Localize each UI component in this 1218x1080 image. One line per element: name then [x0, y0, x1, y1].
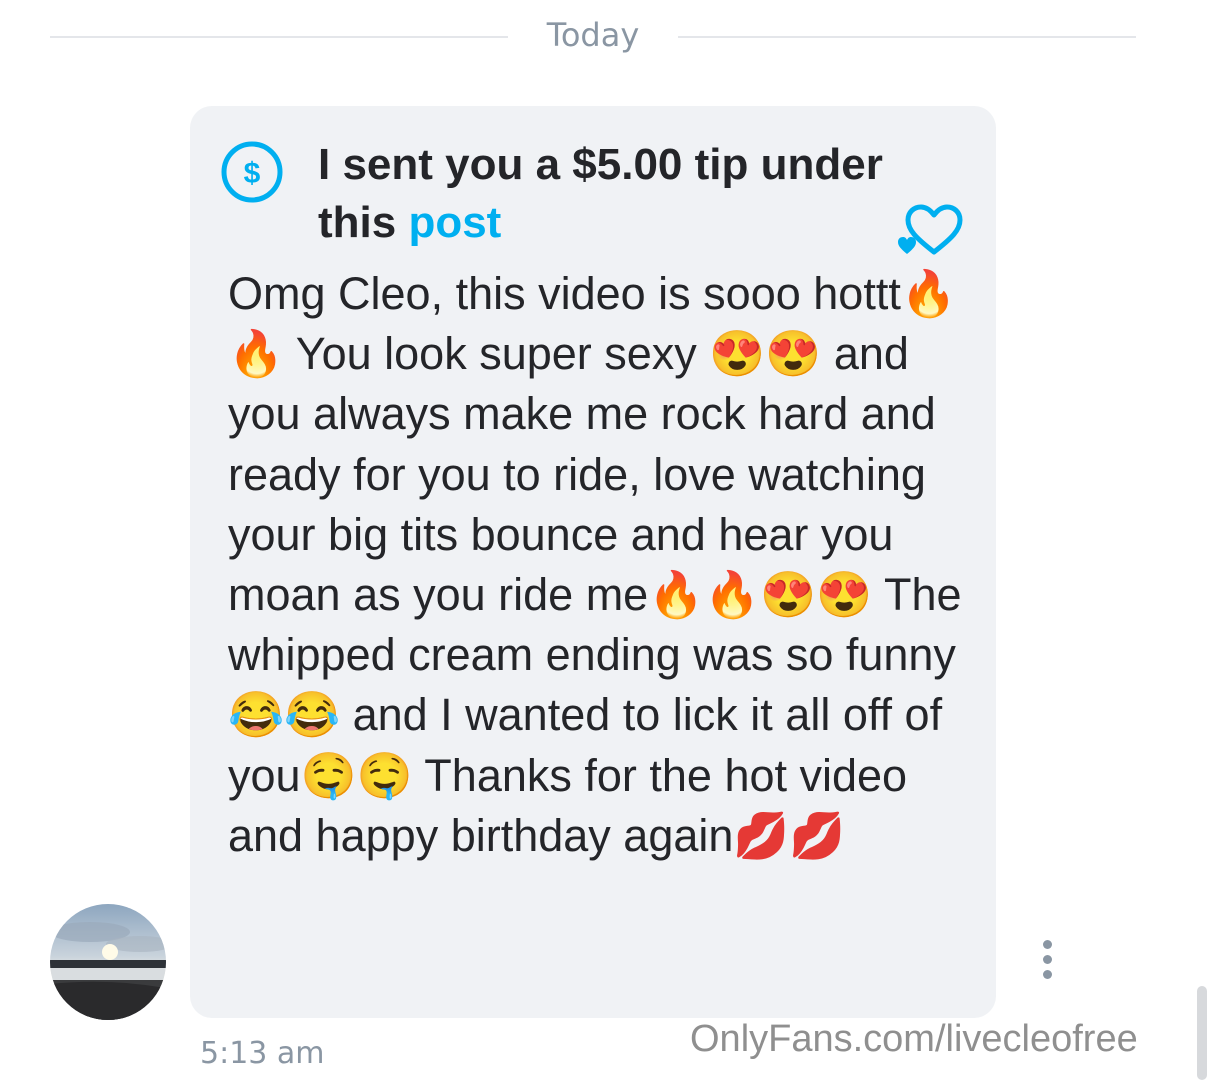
divider-line-left	[50, 36, 508, 38]
more-vertical-icon[interactable]	[1036, 940, 1058, 986]
avatar-image	[50, 904, 166, 1020]
dollar-circle-icon: $	[221, 141, 283, 203]
divider-line-right	[678, 36, 1136, 38]
watermark: OnlyFans.com/livecleofree	[690, 1018, 1138, 1060]
date-divider: Today	[50, 12, 1136, 60]
message-time: 5:13 am	[200, 1036, 325, 1071]
message-bubble: $ I sent you a $5.00 tip under this post…	[190, 106, 996, 1018]
heart-outline-icon[interactable]	[896, 202, 966, 258]
scrollbar[interactable]	[1197, 986, 1207, 1080]
post-link[interactable]: post	[408, 198, 501, 247]
svg-text:$: $	[244, 157, 261, 190]
message-text: Omg Cleo, this video is sooo hottt🔥🔥 You…	[228, 268, 975, 861]
user-avatar[interactable]	[50, 904, 166, 1020]
tip-notice: I sent you a $5.00 tip under this post	[318, 136, 898, 252]
date-label: Today	[546, 16, 640, 54]
tip-notice-text: I sent you a $5.00 tip under this	[318, 140, 883, 247]
